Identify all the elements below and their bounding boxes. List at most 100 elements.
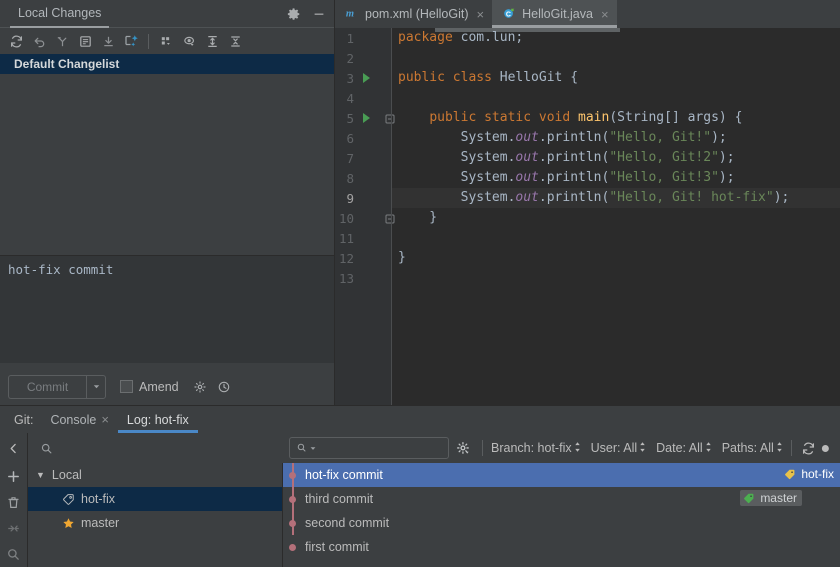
- code-line[interactable]: }: [392, 208, 840, 228]
- toolbar-separator: [790, 440, 792, 456]
- show-diff-icon[interactable]: [74, 30, 96, 52]
- branch-filter[interactable]: Branch: hot-fix: [488, 441, 584, 456]
- gutter-line[interactable]: 2: [335, 48, 392, 68]
- commit-ref-tag[interactable]: hot-fix: [784, 467, 834, 481]
- gutter-line[interactable]: 7: [335, 148, 392, 168]
- code-line[interactable]: System.out.println("Hello, Git!");: [392, 128, 840, 148]
- gutter-line[interactable]: 5: [335, 108, 395, 128]
- code-line[interactable]: public static void main(String[] args) {: [392, 108, 840, 128]
- gutter-line[interactable]: 10: [335, 208, 395, 228]
- add-branch-icon[interactable]: [6, 469, 21, 484]
- branch-tree-item-master[interactable]: master: [28, 511, 282, 535]
- shelve-icon[interactable]: [51, 30, 73, 52]
- gutter-line[interactable]: 1: [335, 28, 392, 48]
- commit-button[interactable]: Commit: [8, 374, 86, 399]
- user-filter[interactable]: User: All: [588, 441, 650, 456]
- commit-dropdown-button[interactable]: [86, 374, 106, 399]
- gutter-line[interactable]: 12: [335, 248, 392, 268]
- code-line[interactable]: System.out.println("Hello, Git!3");: [392, 168, 840, 188]
- gutter-line[interactable]: 6: [335, 128, 392, 148]
- get-from-vcs-icon[interactable]: [97, 30, 119, 52]
- commit-list[interactable]: hot-fix commit hot-fix third commit master s…: [283, 463, 840, 567]
- git-tab-log[interactable]: Log: hot-fix: [117, 406, 198, 433]
- commit-message-text: hot-fix commit: [8, 262, 114, 277]
- code-line[interactable]: [392, 88, 840, 108]
- branch-tree-item-hot-fix[interactable]: hot-fix: [28, 487, 282, 511]
- gutter-line[interactable]: 8: [335, 168, 392, 188]
- commit-subject: second commit: [305, 516, 390, 530]
- commit-options-gear-icon[interactable]: [193, 380, 207, 394]
- code-token-str: "Hello, Git! hot-fix": [609, 190, 774, 205]
- code-line[interactable]: System.out.println("Hello, Git!2");: [392, 148, 840, 168]
- gutter-line[interactable]: 3: [335, 68, 392, 88]
- branch-search-field[interactable]: [28, 433, 281, 463]
- compare-with-branch-icon[interactable]: [120, 30, 142, 52]
- run-gutter-icon[interactable]: [363, 73, 370, 83]
- local-changes-tab[interactable]: Local Changes: [10, 0, 110, 28]
- code-token-plain: HelloGit {: [491, 70, 579, 85]
- commit-ref-tag[interactable]: master: [740, 490, 802, 506]
- code-line[interactable]: [392, 268, 840, 288]
- log-filter-search-field[interactable]: [289, 437, 449, 459]
- merge-icon[interactable]: [6, 521, 21, 536]
- editor-tab-hellogit-java[interactable]: C HelloGit.java ×: [492, 0, 617, 28]
- gutter-line[interactable]: 13: [335, 268, 392, 288]
- gutter-line[interactable]: 4: [335, 88, 392, 108]
- commit-bar: Commit Amend: [0, 368, 334, 405]
- close-icon[interactable]: ×: [601, 7, 609, 22]
- rollback-icon[interactable]: [28, 30, 50, 52]
- code-line[interactable]: }: [392, 248, 840, 268]
- close-icon[interactable]: ×: [101, 412, 109, 427]
- chevron-updown-icon: [776, 441, 783, 456]
- expand-all-icon[interactable]: [201, 30, 223, 52]
- commit-ref-label: master: [760, 491, 797, 505]
- gutter-line[interactable]: 11: [335, 228, 392, 248]
- search-icon[interactable]: [6, 547, 21, 562]
- delete-branch-icon[interactable]: [6, 495, 21, 510]
- commit-row[interactable]: second commit: [283, 511, 840, 535]
- editor-gutter[interactable]: 1 2 3 4 5 6 7 8 9 10 11 12 13: [335, 28, 395, 405]
- commit-message-field[interactable]: hot-fix commit: [0, 255, 334, 363]
- commit-history-clock-icon[interactable]: [217, 380, 231, 394]
- line-number: 8: [346, 170, 354, 186]
- code-line[interactable]: System.out.println("Hello, Git! hot-fix"…: [392, 188, 840, 208]
- amend-checkbox[interactable]: [120, 380, 133, 393]
- code-line[interactable]: [392, 48, 840, 68]
- close-icon[interactable]: ×: [477, 7, 485, 22]
- filter-label: Date: All: [656, 441, 703, 455]
- minimize-icon[interactable]: [312, 7, 326, 21]
- code-line[interactable]: [392, 228, 840, 248]
- branch-tree-root-local[interactable]: ▼ Local: [28, 463, 282, 487]
- gear-icon[interactable]: [287, 7, 301, 21]
- editor-tab-pom-xml[interactable]: m pom.xml (HelloGit) ×: [335, 0, 492, 28]
- code-line[interactable]: public class HelloGit {: [392, 68, 840, 88]
- code-token-meth: main: [578, 110, 610, 125]
- run-gutter-icon[interactable]: [363, 113, 370, 123]
- changelist-row[interactable]: Default Changelist: [0, 54, 334, 74]
- collapse-sidebar-button[interactable]: [0, 433, 28, 463]
- code-editor[interactable]: 1 2 3 4 5 6 7 8 9 10 11 12 13 package com.lun; public…: [335, 28, 840, 405]
- toolbar-separator: [148, 33, 149, 49]
- code-token-plain: (String[] args) {: [609, 110, 743, 125]
- branch-tree[interactable]: ▼ Local hot-fix master: [28, 463, 283, 567]
- line-number: 11: [338, 230, 354, 246]
- branch-tag-icon: [784, 468, 797, 481]
- commit-row[interactable]: hot-fix commit hot-fix: [283, 463, 840, 487]
- changes-tree-body: [0, 74, 334, 232]
- preview-diff-icon[interactable]: [178, 30, 200, 52]
- log-extra-action-icon[interactable]: [821, 441, 835, 456]
- log-settings-button[interactable]: [449, 441, 477, 456]
- commit-row[interactable]: third commit master: [283, 487, 840, 511]
- refresh-icon[interactable]: [5, 30, 27, 52]
- date-filter[interactable]: Date: All: [653, 441, 715, 456]
- collapse-all-icon[interactable]: [224, 30, 246, 52]
- code-line[interactable]: package com.lun;: [392, 28, 840, 48]
- gutter-line[interactable]: 9: [335, 188, 392, 208]
- chevron-down-icon[interactable]: ▼: [36, 470, 45, 480]
- paths-filter[interactable]: Paths: All: [719, 441, 786, 456]
- commit-row[interactable]: first commit: [283, 535, 840, 559]
- git-tab-console[interactable]: Console ×: [41, 406, 117, 433]
- group-by-icon[interactable]: [155, 30, 177, 52]
- log-refresh-icon[interactable]: [797, 441, 821, 456]
